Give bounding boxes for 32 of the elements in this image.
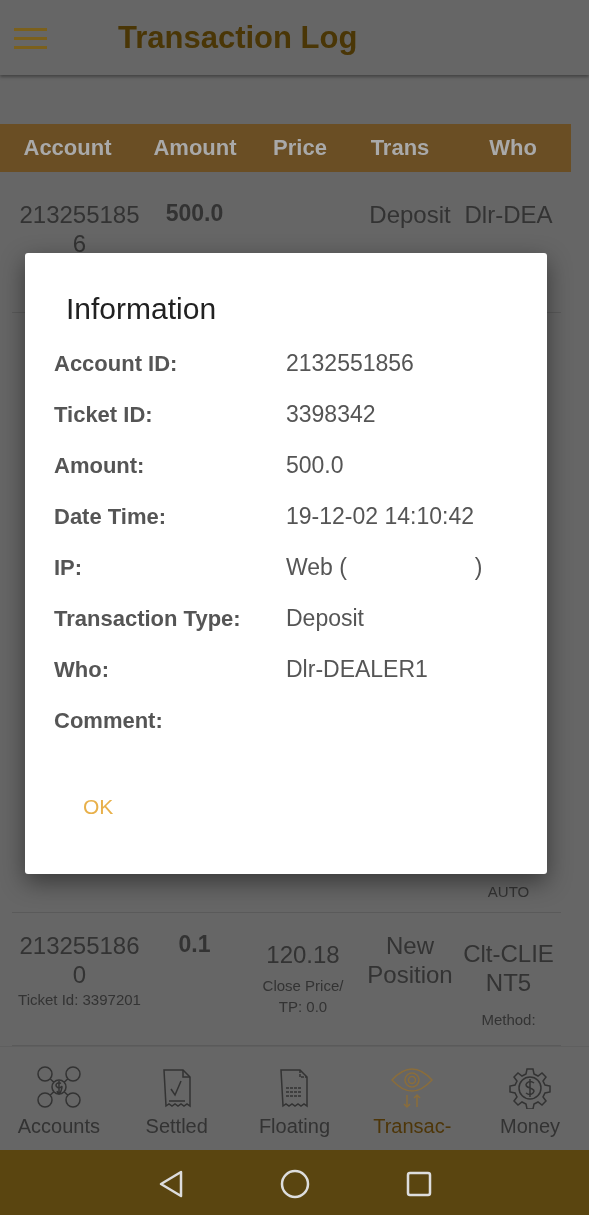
receipt-icon [279,1069,310,1109]
field-label: Transaction Type: [54,605,242,633]
network-icon [35,1065,82,1109]
field-value: 500.0 [286,451,345,480]
column-header[interactable]: Account [0,135,135,161]
field-value: 3398342 [286,400,377,429]
nav-tab[interactable]: Transac- [353,1047,472,1150]
gear-dollar-icon [508,1067,553,1109]
column-header[interactable]: Who [455,135,571,161]
dialog-title: Information [66,291,218,327]
home-icon[interactable] [279,1168,310,1199]
field-value: Dlr-DEALER1 [286,655,429,684]
screen-title: Transaction Log [118,19,358,56]
recents-icon[interactable] [405,1170,432,1197]
field-label: Date Time: [54,503,168,531]
field-label: Ticket ID: [54,401,154,429]
receipt-check-icon [161,1069,192,1109]
field-value: Deposit [286,604,365,633]
ok-button[interactable]: OK [67,787,130,827]
field-value: 2132551856 [286,349,415,378]
column-header[interactable]: Price [255,135,345,161]
column-header[interactable]: Trans [345,135,455,161]
field-label: IP: [54,554,84,582]
field-value: Web ( ) [286,553,484,582]
column-header[interactable]: Amount [135,135,255,161]
field-label: Comment: [54,707,164,735]
field-label: Amount: [54,452,146,480]
field-label: Who: [54,656,110,684]
field-value: 19-12-02 14:10:42 [286,502,475,531]
field-label: Account ID: [54,350,179,378]
back-icon[interactable] [157,1169,184,1198]
eye-arrows-icon [390,1067,435,1109]
